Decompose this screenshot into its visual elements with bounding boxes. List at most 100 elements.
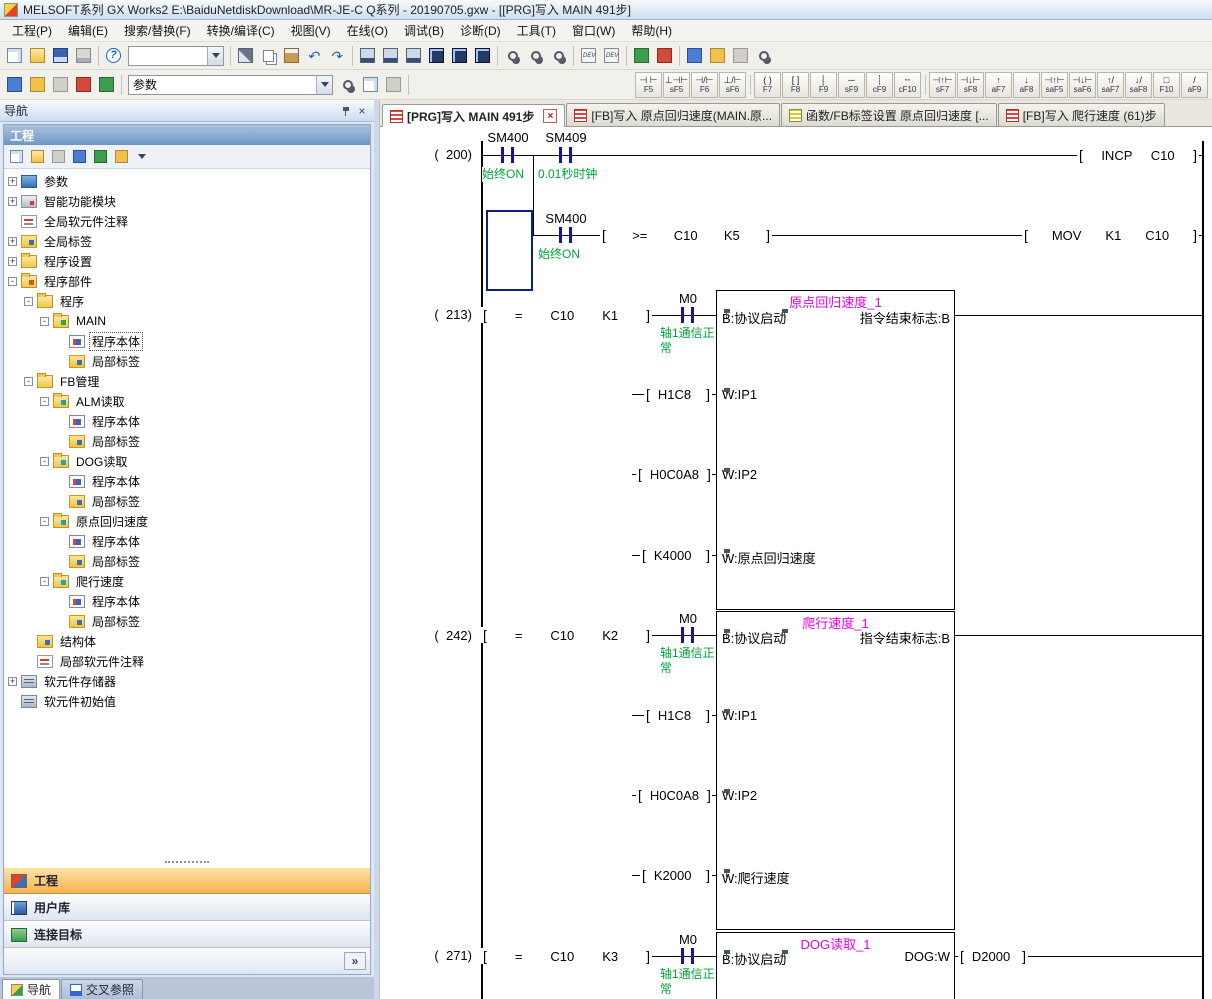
redo-button[interactable] (326, 44, 349, 67)
ladder-symbol-rising-pulse-branch[interactable]: ↑aF7 (985, 72, 1012, 98)
undo-button[interactable] (303, 44, 326, 67)
instruction-incp[interactable]: INCP C10 (1077, 147, 1199, 163)
contact-symbol[interactable] (511, 147, 514, 163)
ladder-symbol-falling-pulse[interactable]: ⊣↓⊢sF8 (957, 72, 984, 98)
user-library-button[interactable]: 用户库 (4, 894, 370, 921)
contact-symbol[interactable] (691, 627, 694, 643)
tab-fb-creep-speed[interactable]: [FB]写入 爬行速度 (61)步 (998, 103, 1165, 126)
tree-item-local-device-comment[interactable]: 局部软元件注释 (4, 651, 370, 671)
ladder-symbol-pulse-closed[interactable]: ⊣↓⊢saF6 (1069, 72, 1096, 98)
check-button[interactable] (90, 147, 110, 167)
ladder-symbol-pulse-open[interactable]: ⊣↑⊢saF5 (1041, 72, 1068, 98)
menu-tools[interactable]: 工具(T) (509, 19, 564, 42)
tree-item-program-body[interactable]: 程序本体 (4, 591, 370, 611)
ladder-symbol-delete-horizontal[interactable]: ╌cF10 (894, 72, 921, 98)
instruction-compare[interactable]: = C10 K2 (481, 627, 652, 643)
device-label[interactable]: M0 (678, 611, 698, 626)
contact-symbol[interactable] (681, 307, 684, 323)
ladder-symbol-parallel-closed[interactable]: ⊥/⊢sF6 (719, 72, 746, 98)
statement-display-button[interactable] (706, 44, 729, 67)
tree-item-program-body[interactable]: 程序本体 (4, 471, 370, 491)
contact-symbol[interactable] (691, 307, 694, 323)
note-display-button[interactable] (729, 44, 752, 67)
tree-item-program-setting[interactable]: +程序设置 (4, 251, 370, 271)
tree-expander[interactable]: + (8, 237, 17, 246)
tree-item-device-memory[interactable]: +软元件存储器 (4, 671, 370, 691)
instruction-compare[interactable]: = C10 K1 (481, 307, 652, 323)
cut-button[interactable] (234, 44, 257, 67)
tree-item-program-body[interactable]: 程序本体 (4, 531, 370, 551)
tree-item-program[interactable]: -程序 (4, 291, 370, 311)
tab-prg-main[interactable]: [PRG]写入 MAIN 491步 × (382, 104, 565, 127)
contact-symbol[interactable] (559, 147, 562, 163)
menu-find-replace[interactable]: 搜索/替换(F) (116, 19, 199, 42)
device-comment-button[interactable] (49, 73, 72, 96)
monitor-mode-button[interactable] (425, 44, 448, 67)
new-button[interactable] (3, 44, 26, 67)
tree-expander[interactable]: - (40, 517, 49, 526)
fb-input-value[interactable]: H0C0A8 (636, 466, 712, 482)
menu-compile[interactable]: 转换/编译(C) (199, 19, 283, 42)
tree-item-alm-read[interactable]: -ALM读取 (4, 391, 370, 411)
tree-item-fb-management[interactable]: -FB管理 (4, 371, 370, 391)
menu-help[interactable]: 帮助(H) (623, 19, 680, 42)
fb-input-value[interactable]: K2000 (640, 867, 712, 883)
tree-item-pou[interactable]: -程序部件 (4, 271, 370, 291)
device-label[interactable]: M0 (678, 932, 698, 947)
menu-online[interactable]: 在线(O) (339, 19, 396, 42)
tab-fb-label-setting[interactable]: 函数/FB标签设置 原点回归速度 [... (781, 103, 997, 126)
tree-expander[interactable]: - (40, 317, 49, 326)
find-string-button[interactable] (547, 44, 570, 67)
panel-drag-handle[interactable] (4, 857, 370, 867)
parameter-setting-button[interactable] (3, 73, 26, 96)
tree-expander[interactable]: - (24, 377, 33, 386)
ladder-symbol-delete-vertical[interactable]: ┊cF9 (866, 72, 893, 98)
write-to-plc-button[interactable] (356, 44, 379, 67)
tree-item-program-body[interactable]: 程序本体 (4, 411, 370, 431)
ladder-symbol-application-instruction[interactable]: [ ]F8 (782, 72, 809, 98)
ladder-symbol-pulse-not-open[interactable]: ↑/saF7 (1097, 72, 1124, 98)
device-batch-monitor-button[interactable] (471, 44, 494, 67)
tree-item-local-label[interactable]: 局部标签 (4, 351, 370, 371)
fb-input-value[interactable]: H1C8 (644, 707, 712, 723)
fb-input-value[interactable]: H1C8 (644, 386, 712, 402)
tree-item-dog-read[interactable]: -DOG读取 (4, 451, 370, 471)
collapse-buttons-chevron[interactable]: » (344, 952, 366, 970)
comment-display-button[interactable] (683, 44, 706, 67)
tab-navigation[interactable]: 导航 (2, 979, 60, 999)
paste-button[interactable] (280, 44, 303, 67)
instruction-mov[interactable]: MOV K1 C10 (1022, 227, 1199, 243)
instruction-compare[interactable]: >= C10 K5 (600, 227, 772, 243)
open-button[interactable] (26, 44, 49, 67)
verify-with-plc-button[interactable] (402, 44, 425, 67)
sort-button[interactable] (111, 147, 131, 167)
start-monitor-button[interactable] (630, 44, 653, 67)
menu-window[interactable]: 窗口(W) (564, 19, 623, 42)
menu-project[interactable]: 工程(P) (4, 19, 60, 42)
fb-output-value[interactable]: D2000 (958, 948, 1028, 964)
tree-expander[interactable]: - (40, 397, 49, 406)
read-from-plc-button[interactable] (379, 44, 402, 67)
tab-cross-reference[interactable]: 交叉参照 (61, 979, 143, 999)
instruction-compare[interactable]: = C10 K3 (481, 948, 652, 964)
ladder-symbol-invert[interactable]: /aF9 (1181, 72, 1208, 98)
contact-symbol[interactable] (691, 948, 694, 964)
view-options-button[interactable] (132, 147, 152, 167)
ladder-symbol-vertical-line[interactable]: │F9 (810, 72, 837, 98)
stop-monitor-button[interactable] (653, 44, 676, 67)
ladder-symbol-pulse-not-closed[interactable]: ↓/saF8 (1125, 72, 1152, 98)
ladder-symbol-falling-pulse-branch[interactable]: ↓aF8 (1013, 72, 1040, 98)
label-setting-button[interactable] (26, 73, 49, 96)
ladder-editor[interactable]: ( 200) SM400 始终ON SM409 0.01秒时钟 INCP C10… (380, 127, 1212, 999)
program-check-button[interactable] (72, 73, 95, 96)
tree-expander[interactable]: - (40, 457, 49, 466)
tab-fb-home-position-speed[interactable]: [FB]写入 原点回归速度(MAIN.原... (566, 103, 780, 126)
tree-item-local-label[interactable]: 局部标签 (4, 551, 370, 571)
fb-input-value[interactable]: K4000 (640, 547, 712, 563)
tree-item-creep-speed[interactable]: -爬行速度 (4, 571, 370, 591)
ladder-symbol-horizontal-line[interactable]: ─sF9 (838, 72, 865, 98)
zoom-button[interactable] (752, 44, 775, 67)
tree-expander[interactable]: + (8, 177, 17, 186)
print-button[interactable] (72, 44, 95, 67)
tree-item-global-device-comment[interactable]: 全局软元件注释 (4, 211, 370, 231)
